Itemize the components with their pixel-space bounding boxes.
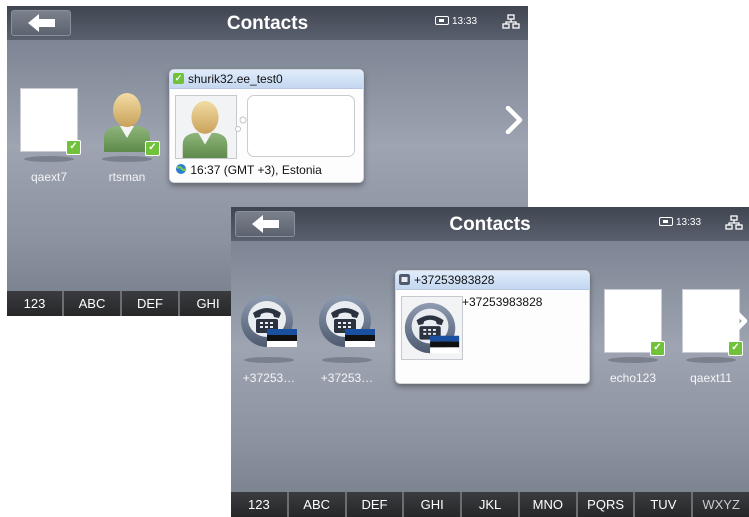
online-check-icon: ✓	[66, 140, 81, 155]
network-icon	[725, 215, 743, 230]
key-def[interactable]: DEF	[346, 492, 405, 517]
key-123[interactable]: 123	[7, 291, 64, 316]
key-ghi[interactable]: GHI	[404, 492, 463, 517]
key-tuv[interactable]: TUV	[635, 492, 694, 517]
key-123[interactable]: 123	[231, 492, 289, 517]
key-pqrs[interactable]: PQRS	[577, 492, 636, 517]
phone-contact-icon	[402, 297, 462, 359]
top-bar: Contacts 13:33	[7, 6, 528, 40]
tile-shadow	[686, 357, 736, 363]
tile-shadow	[244, 357, 294, 363]
clock-time: 13:33	[676, 217, 702, 228]
top-bar: Contacts 13:33	[231, 207, 749, 241]
screen-icon	[435, 16, 449, 25]
clock: 13:33	[435, 16, 477, 27]
clock-time: 13:33	[452, 16, 478, 27]
key-def[interactable]: DEF	[122, 291, 180, 316]
network-icon	[502, 14, 520, 29]
phone-type-icon	[399, 274, 410, 285]
contact-avatar	[317, 289, 377, 353]
online-check-icon: ✓	[145, 141, 160, 156]
tile-shadow	[608, 357, 658, 363]
contact-name: qaext7	[30, 170, 68, 184]
contact-detail-card[interactable]: +37253983828 +37253983828	[395, 270, 590, 384]
contact-phone-1[interactable]: +37253…	[231, 289, 307, 385]
globe-icon	[176, 164, 187, 174]
key-wxyz[interactable]: WXYZ	[693, 492, 749, 517]
card-header: +37253983828	[396, 271, 589, 290]
contact-number-label: +37253983828	[462, 295, 543, 309]
key-ghi[interactable]: GHI	[180, 291, 238, 316]
contact-name: qaext11	[690, 371, 732, 385]
alphabet-bar: 123 ABC DEF GHI JKL MNO PQRS TUV WXYZ	[231, 492, 749, 517]
local-time-row: 16:37 (GMT +3), Estonia	[175, 163, 322, 177]
key-jkl[interactable]: JKL	[462, 492, 520, 517]
screen-icon	[659, 217, 673, 226]
phone-contact-icon	[239, 289, 299, 353]
contact-qaext7[interactable]: ✓ qaext7	[11, 88, 87, 184]
contact-picture	[401, 296, 463, 360]
local-time-text: 16:37 (GMT +3), Estonia	[190, 163, 322, 177]
contact-picture	[175, 95, 237, 159]
contact-phone-2[interactable]: +37253…	[309, 289, 385, 385]
contact-echo123[interactable]: ✓ echo123	[595, 289, 671, 385]
tile-shadow	[102, 156, 152, 162]
online-check-icon: ✓	[650, 341, 665, 356]
online-check-icon: ✓	[728, 341, 743, 356]
contact-username: shurik32.ee_test0	[188, 72, 283, 86]
contact-photo: ✓	[20, 88, 81, 155]
tile-shadow	[322, 357, 372, 363]
contact-rtsman[interactable]: ✓ rtsman	[89, 88, 165, 184]
mood-message-bubble	[247, 95, 355, 157]
contact-number-title: +37253983828	[414, 273, 495, 287]
key-mno[interactable]: MNO	[519, 492, 578, 517]
contact-avatar: ✓	[98, 88, 160, 156]
online-status-icon: ✓	[173, 73, 184, 84]
contact-name: +37253…	[242, 371, 296, 385]
contact-name: +37253…	[320, 371, 374, 385]
contact-avatar	[239, 289, 299, 353]
front-screen: Contacts 13:33 +37253… +37253… +37253983…	[231, 207, 749, 517]
contact-detail-card[interactable]: ✓ shurik32.ee_test0 16:37 (GMT +3), Esto…	[169, 69, 364, 183]
phone-contact-icon	[317, 289, 377, 353]
clock: 13:33	[659, 217, 701, 228]
card-header: ✓ shurik32.ee_test0	[170, 70, 363, 89]
contact-qaext11[interactable]: ✓ qaext11	[673, 289, 749, 385]
chevron-right-icon[interactable]	[504, 106, 524, 134]
thought-bubble-icon	[235, 116, 247, 132]
contact-name: echo123	[609, 371, 657, 385]
tile-shadow	[24, 156, 74, 162]
key-abc[interactable]: ABC	[64, 291, 122, 316]
contact-photo: ✓	[604, 289, 665, 356]
key-abc[interactable]: ABC	[288, 492, 347, 517]
chevron-right-icon[interactable]	[729, 307, 749, 335]
contact-name: rtsman	[108, 170, 146, 184]
person-icon	[176, 96, 234, 158]
